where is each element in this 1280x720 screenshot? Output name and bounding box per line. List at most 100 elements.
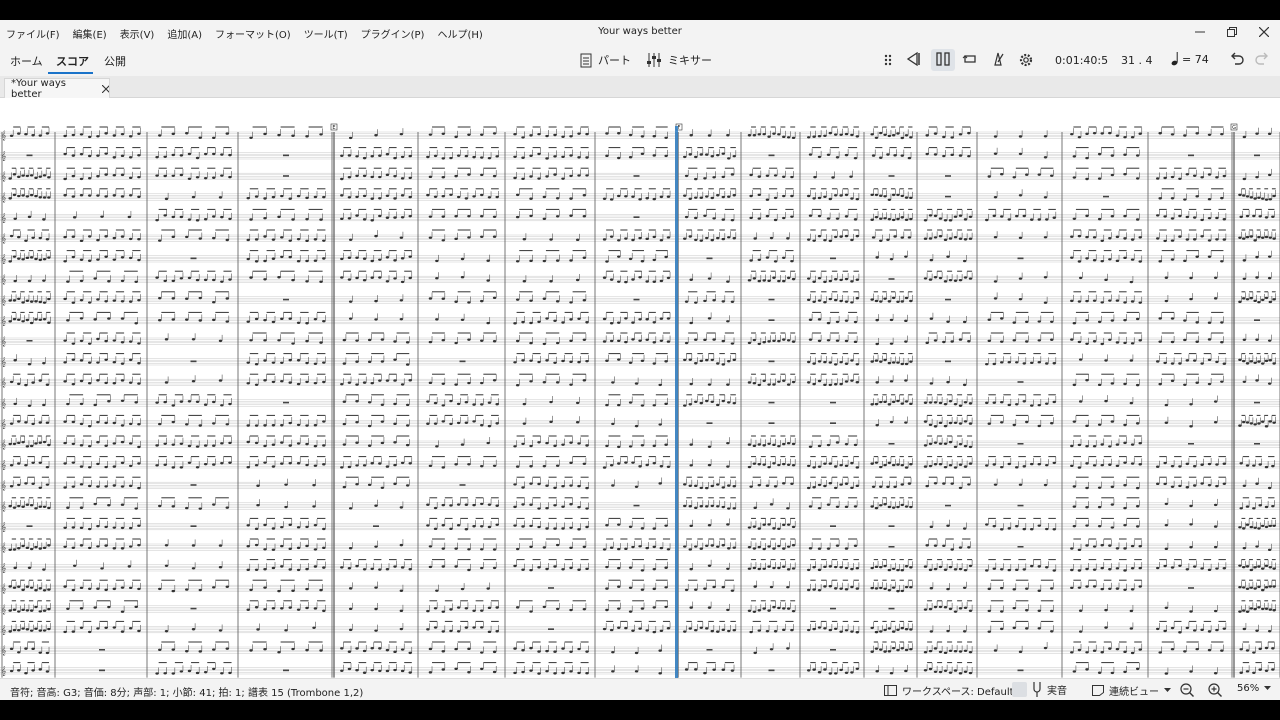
note-head: [1037, 173, 1041, 176]
rest: [1017, 443, 1024, 445]
note-head: [129, 194, 133, 197]
note-head: [948, 421, 953, 425]
note-head: [1092, 340, 1097, 343]
tab-home[interactable]: ホーム: [10, 53, 43, 69]
note-head: [96, 361, 100, 364]
note-head: [844, 442, 849, 446]
note-head: [689, 321, 693, 325]
menu-add[interactable]: 追加(A): [167, 26, 202, 41]
note-head: [1249, 235, 1254, 238]
note-head: [1264, 465, 1269, 469]
menu-edit[interactable]: 編集(E): [73, 26, 107, 41]
note-head: [1092, 299, 1097, 302]
note-head: [707, 317, 712, 320]
note-head: [870, 403, 874, 406]
note-head: [104, 381, 108, 385]
note-head: [893, 485, 897, 489]
note-head: [752, 133, 757, 137]
close-tab-icon[interactable]: [101, 84, 109, 93]
note-head: [1115, 235, 1120, 239]
note-head: [218, 196, 223, 199]
note-head: [42, 505, 47, 508]
note-head: [355, 174, 359, 178]
note-head: [29, 256, 34, 259]
note-head: [631, 195, 635, 198]
playback-drag-handle[interactable]: [884, 54, 892, 66]
note-head: [313, 238, 318, 241]
note-head: [513, 132, 517, 136]
note-head: [909, 463, 913, 466]
menu-plugins[interactable]: プラグイン(P): [361, 26, 425, 41]
redo-button[interactable]: [1254, 52, 1270, 66]
rewind-button[interactable]: [905, 52, 921, 66]
note-head: [1189, 425, 1193, 428]
undo-button[interactable]: [1229, 52, 1245, 66]
note-head: [1255, 175, 1259, 179]
restore-button[interactable]: [1216, 20, 1248, 44]
note-head: [1104, 278, 1108, 282]
note-head: [747, 134, 752, 137]
menu-file[interactable]: ファイル(F): [6, 26, 60, 41]
note-head: [904, 340, 908, 343]
tab-publish[interactable]: 公開: [104, 53, 126, 69]
note-head: [923, 420, 928, 423]
menu-format[interactable]: フォーマット(O): [215, 26, 291, 41]
note-head: [782, 462, 786, 466]
note-head: [8, 299, 12, 302]
menu-help[interactable]: ヘルプ(H): [437, 26, 482, 41]
note-head: [659, 195, 664, 199]
menu-view[interactable]: 表示(V): [120, 26, 155, 41]
note-head: [1189, 276, 1193, 280]
note-head: [1170, 258, 1175, 261]
note-head: [963, 465, 968, 468]
note-head: [47, 196, 51, 199]
note-head: [129, 156, 133, 159]
close-window-button[interactable]: [1248, 20, 1280, 44]
note-head: [1085, 486, 1089, 490]
playback-settings-button[interactable]: [1018, 52, 1034, 68]
note-head: [962, 320, 967, 324]
note-head: [158, 422, 162, 426]
tab-score[interactable]: スコア: [56, 53, 89, 69]
note-head: [727, 484, 731, 487]
pause-button[interactable]: [935, 52, 951, 66]
minimize-button[interactable]: [1184, 20, 1216, 44]
note-head: [925, 484, 929, 488]
note-head: [1242, 135, 1247, 139]
note-head: [561, 484, 565, 488]
note-head: [271, 320, 276, 324]
note-head: [545, 317, 549, 320]
score-view[interactable]: E F G𝄞𝄞𝄞𝄞𝄞𝄞𝄞𝄞𝄞𝄞𝄞𝄞𝄞𝄞𝄞𝄞𝄞𝄞𝄞𝄞𝄞𝄞𝄞𝄞𝄞𝄞𝄞: [0, 98, 1280, 678]
note-head: [808, 214, 813, 217]
loop-button[interactable]: [962, 52, 978, 66]
note-head: [790, 175, 794, 179]
document-tab[interactable]: *Your ways better: [4, 77, 110, 100]
mixer-button[interactable]: ミキサー: [646, 52, 712, 68]
note-head: [42, 218, 46, 221]
note-head: [486, 441, 490, 445]
note-head: [521, 486, 525, 489]
note-head: [953, 445, 958, 449]
metronome-button[interactable]: [990, 52, 1006, 66]
note-head: [104, 195, 108, 198]
note-head: [96, 175, 100, 178]
parts-button[interactable]: パート: [580, 52, 631, 68]
note-head: [694, 177, 698, 181]
note-head: [1253, 299, 1257, 303]
note-head: [441, 195, 445, 198]
note-head: [449, 193, 453, 197]
note-head: [721, 363, 725, 366]
note-head: [638, 276, 642, 279]
note-head: [79, 258, 84, 261]
note-head: [393, 259, 397, 262]
document-tab-label: *Your ways better: [11, 77, 66, 100]
note-head: [71, 301, 76, 304]
redo-icon: [1255, 52, 1268, 65]
note-head: [296, 423, 301, 427]
score-canvas[interactable]: E F G 𝄞 𝄞 𝄞 𝄞 𝄞 𝄞 𝄞 𝄞 𝄞 𝄞 𝄞 𝄞 𝄞 𝄞 𝄞 𝄞 𝄞 𝄞 𝄞 𝄞 𝄞 𝄞 𝄞 𝄞 𝄞 𝄞 𝄞: [0, 98, 1280, 678]
menu-tools[interactable]: ツール(T): [304, 26, 348, 41]
note-head: [1123, 484, 1127, 487]
note-head: [370, 219, 374, 222]
note-head: [1271, 464, 1275, 468]
note-head: [933, 236, 938, 239]
